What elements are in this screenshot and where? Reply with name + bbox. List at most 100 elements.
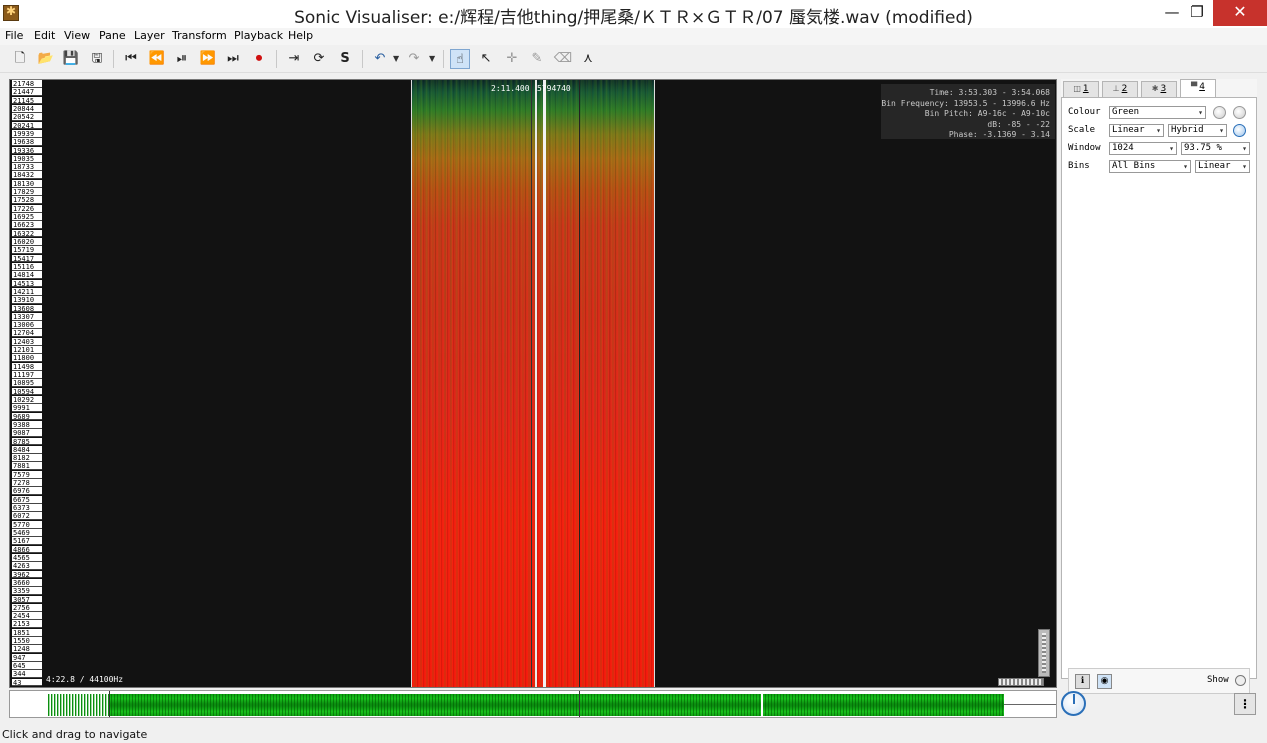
menu-playback[interactable]: Playback: [234, 29, 283, 42]
threshold-knob[interactable]: [1233, 124, 1246, 137]
info-bin-frequency: Bin Frequency: 13953.5 - 13996.6 Hz: [881, 98, 1050, 108]
frequency-tick-label: 20844: [12, 104, 42, 113]
layer-play-toggle[interactable]: ◉: [1097, 674, 1112, 689]
menu-layer[interactable]: Layer: [134, 29, 165, 42]
frequency-tick-label: 16020: [12, 237, 42, 246]
overview-marker: [109, 691, 110, 717]
frequency-tick-label: 21447: [12, 88, 42, 97]
gain-knob[interactable]: [1213, 106, 1226, 119]
spectrogram-pane[interactable]: 21748 21447 21145 20844 20542 20241 19939 19638…: [9, 79, 1057, 688]
frequency-tick-label: 5770: [12, 520, 42, 529]
properties-body: Colour Green Scale Linear Hybrid Window …: [1061, 97, 1257, 694]
fast-forward-icon[interactable]: ⏩: [198, 49, 218, 69]
spectrogram-tab-icon: ▀: [1191, 82, 1198, 91]
show-checkbox[interactable]: [1235, 675, 1246, 686]
toolbar-separator: [443, 50, 444, 68]
save-as-icon[interactable]: 🖫: [87, 49, 107, 69]
frequency-tick-label: 14513: [12, 279, 42, 288]
frequency-tick-label: 1851: [12, 628, 42, 637]
loop-icon[interactable]: ⟳: [309, 49, 329, 69]
menu-file[interactable]: File: [5, 29, 23, 42]
draw-tool-icon[interactable]: ✎: [527, 49, 547, 69]
menu-view[interactable]: View: [64, 29, 90, 42]
overview-marker: [761, 691, 763, 717]
skip-to-end-icon[interactable]: ⏭: [223, 49, 243, 69]
tab-layer-2[interactable]: ⊥ 2: [1102, 81, 1138, 97]
select-tool-icon[interactable]: ↖: [476, 49, 496, 69]
frequency-scale: 21748 21447 21145 20844 20542 20241 19939 19638…: [10, 80, 44, 687]
frequency-tick-label: 20241: [12, 121, 42, 130]
undo-icon[interactable]: ↶: [370, 49, 390, 69]
frequency-tick-label: 21145: [12, 96, 42, 105]
playhead-line: [535, 80, 537, 687]
colour-rotation-knob[interactable]: [1233, 106, 1246, 119]
record-icon[interactable]: ⏺: [249, 49, 269, 69]
redo-icon[interactable]: ↷: [404, 49, 424, 69]
playback-speed-dial[interactable]: [1061, 691, 1086, 716]
tab-layer-1[interactable]: ◫ 1: [1063, 81, 1099, 97]
measure-tool-icon[interactable]: ⋏: [578, 49, 598, 69]
frequency-tick-label: 15417: [12, 254, 42, 263]
bins-select[interactable]: All Bins: [1109, 160, 1191, 173]
erase-tool-icon[interactable]: ⌫: [553, 49, 573, 69]
overview-waveform[interactable]: [9, 690, 1057, 718]
frequency-tick-label: 21748: [12, 80, 42, 88]
scale-mode-select[interactable]: Hybrid: [1168, 124, 1227, 137]
frequency-tick-label: 5469: [12, 529, 42, 537]
play-pause-icon[interactable]: ⏯: [172, 49, 192, 69]
close-button[interactable]: ✕: [1213, 0, 1267, 26]
redo-dropdown-icon[interactable]: ▼: [429, 49, 437, 69]
tab-layer-4[interactable]: ▀ 4: [1180, 79, 1216, 97]
window-size-select[interactable]: 1024: [1109, 142, 1177, 155]
new-file-icon[interactable]: 🗋: [10, 49, 30, 69]
frequency-tick-label: 4263: [12, 562, 42, 571]
frequency-tick-label: 19336: [12, 146, 42, 155]
frequency-tick-label: 3660: [12, 578, 42, 587]
navigate-tool-icon[interactable]: ☝: [450, 49, 470, 69]
colour-label: Colour: [1068, 107, 1101, 117]
undo-dropdown-icon[interactable]: ▼: [393, 49, 401, 69]
move-tool-icon[interactable]: ✛: [502, 49, 522, 69]
scale-select[interactable]: Linear: [1109, 124, 1164, 137]
frequency-tick-label: 17528: [12, 196, 42, 205]
window-overlap-select[interactable]: 93.75 %: [1181, 142, 1250, 155]
playhead-frame-label: 5794740: [537, 84, 571, 93]
menu-help[interactable]: Help: [288, 29, 313, 42]
frequency-tick-label: 12704: [12, 329, 42, 338]
waveform-tab-icon: ✱: [1151, 84, 1159, 93]
frequency-tick-label: 12403: [12, 337, 42, 346]
menu-transform[interactable]: Transform: [172, 29, 227, 42]
horizontal-zoom-slider[interactable]: [998, 678, 1044, 686]
status-bar: Click and drag to navigate: [0, 727, 1267, 743]
rewind-icon[interactable]: ⏪: [147, 49, 167, 69]
colour-select[interactable]: Green: [1109, 106, 1206, 119]
region-marker-line: [579, 80, 580, 687]
playhead-time-label: 2:11.400: [491, 84, 530, 93]
overview-silence-line: [1004, 704, 1056, 705]
frequency-tick-label: 1550: [12, 637, 42, 645]
show-label: Show: [1207, 675, 1229, 685]
frequency-tick-label: 6072: [12, 512, 42, 521]
solo-icon[interactable]: S: [335, 49, 355, 69]
layer-info-button[interactable]: ℹ: [1075, 674, 1090, 689]
more-options-icon[interactable]: ⋮: [1234, 693, 1256, 715]
status-text: Click and drag to navigate: [2, 728, 148, 741]
frequency-tick-label: 15116: [12, 262, 42, 271]
window-label: Window: [1068, 143, 1101, 153]
play-selection-icon[interactable]: ⇥: [284, 49, 304, 69]
frequency-tick-label: 16623: [12, 221, 42, 230]
toolbar-separator: [276, 50, 277, 68]
save-icon[interactable]: 💾: [61, 49, 81, 69]
menu-edit[interactable]: Edit: [34, 29, 55, 42]
tab-layer-3[interactable]: ✱ 3: [1141, 81, 1177, 97]
menu-pane[interactable]: Pane: [99, 29, 126, 42]
frequency-tick-label: 17226: [12, 204, 42, 213]
bins-scale-select[interactable]: Linear: [1195, 160, 1250, 173]
frequency-tick-label: 3359: [12, 587, 42, 596]
skip-to-start-icon[interactable]: ⏮: [121, 49, 141, 69]
frequency-tick-label: 5167: [12, 537, 42, 546]
frequency-tick-label: 10895: [12, 379, 42, 388]
vertical-zoom-slider[interactable]: [1038, 629, 1050, 677]
waveform-tab-icon: ◫: [1073, 84, 1081, 93]
open-file-icon[interactable]: 📂: [36, 49, 56, 69]
